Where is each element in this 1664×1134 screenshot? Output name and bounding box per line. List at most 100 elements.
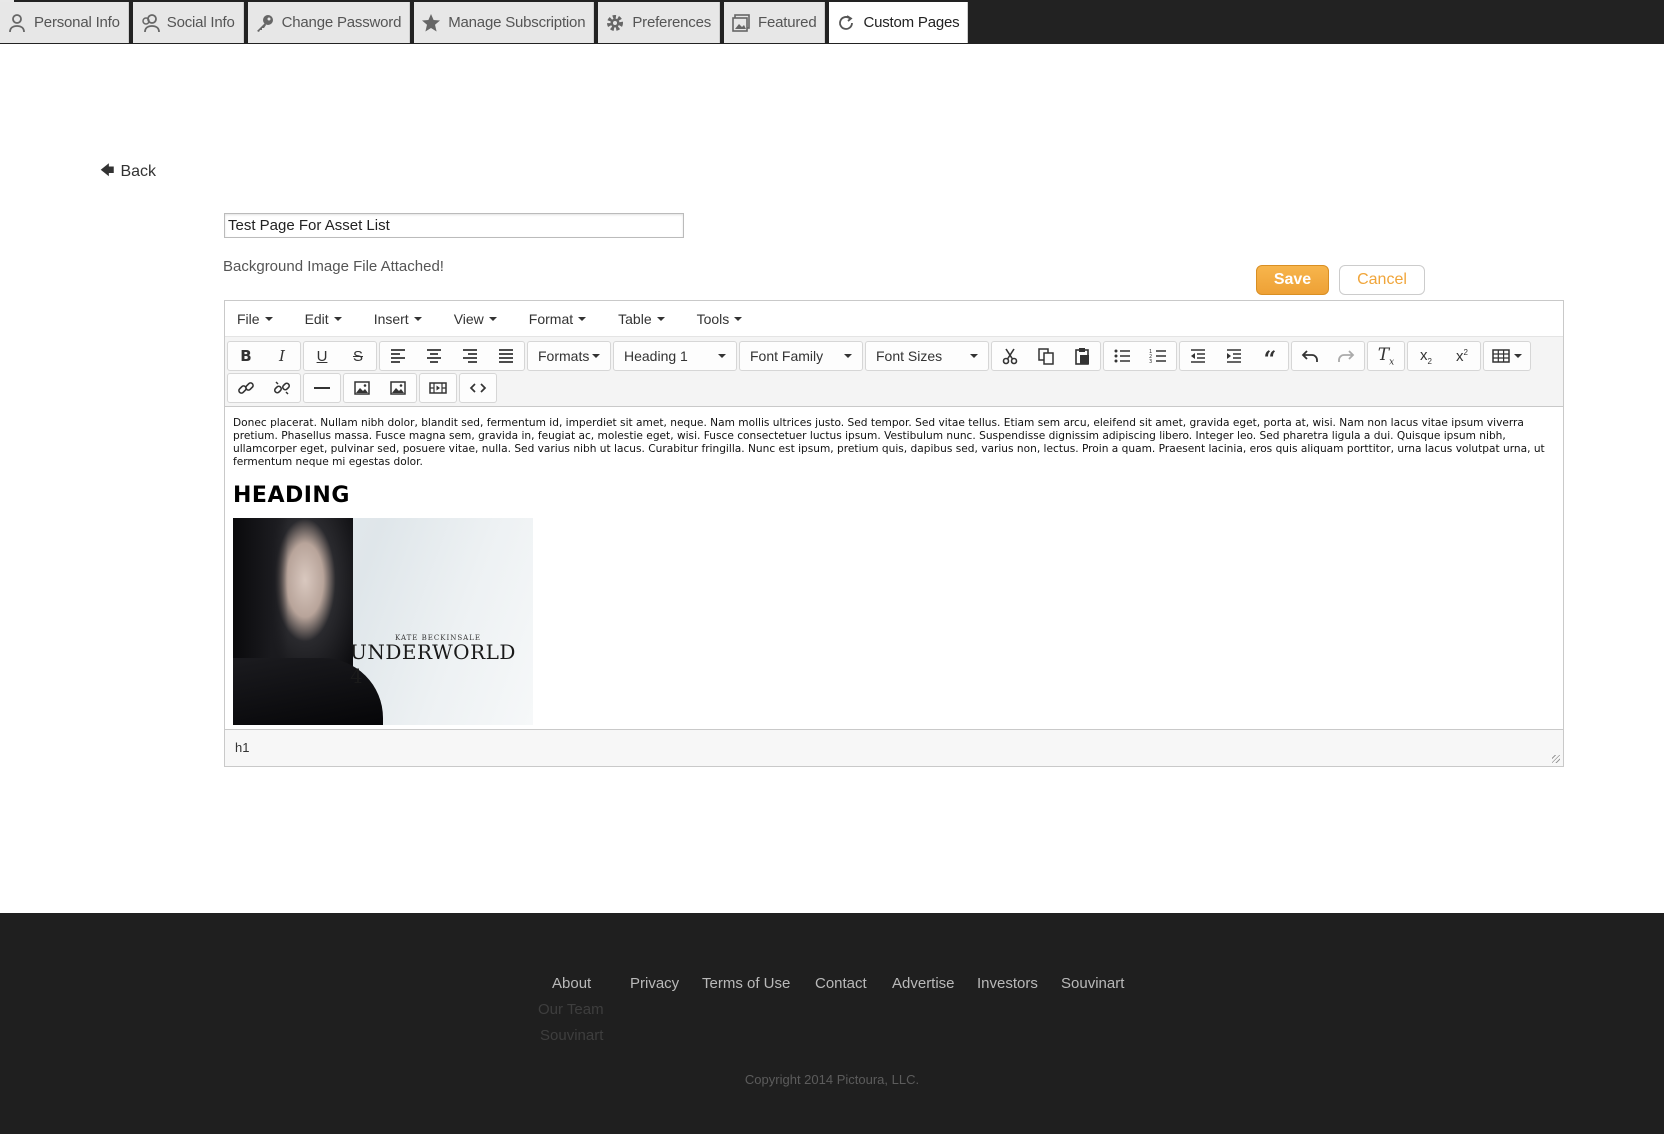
- content-paragraph: Donec placerat. Nullam nibh dolor, bland…: [233, 417, 1545, 468]
- footer-sublink-souvinart[interactable]: Souvinart: [540, 1027, 603, 1044]
- table-group: [1483, 341, 1531, 371]
- table-button[interactable]: [1484, 342, 1530, 370]
- bold-button[interactable]: B: [228, 342, 264, 370]
- link-group: [227, 373, 301, 403]
- subscript-button[interactable]: x2: [1408, 342, 1444, 370]
- image-manager-icon: [390, 381, 406, 395]
- save-button[interactable]: Save: [1256, 265, 1329, 295]
- caret-down-icon: [1514, 354, 1522, 358]
- page-title-input[interactable]: [224, 213, 684, 238]
- menu-file[interactable]: File: [233, 311, 277, 327]
- cancel-button[interactable]: Cancel: [1339, 265, 1425, 295]
- paste-icon: [1075, 348, 1089, 365]
- align-left-button[interactable]: [380, 342, 416, 370]
- tab-label: Manage Subscription: [448, 14, 586, 31]
- insert-image-button[interactable]: [344, 374, 380, 402]
- menu-view[interactable]: View: [450, 311, 501, 327]
- font-family-inner: Font Family: [740, 342, 862, 370]
- caret-down-icon: [333, 316, 342, 321]
- font-sizes-inner: Font Sizes: [866, 342, 988, 370]
- indent-group: “: [1179, 341, 1289, 371]
- blockquote-button[interactable]: “: [1252, 342, 1288, 371]
- clear-format-group: Tx: [1367, 341, 1405, 371]
- tab-social-info[interactable]: Social Info: [132, 2, 244, 43]
- footer-link-souvinart[interactable]: Souvinart: [1061, 975, 1124, 992]
- tab-preferences[interactable]: Preferences: [598, 2, 721, 43]
- underline-button[interactable]: U: [304, 342, 340, 370]
- menu-format[interactable]: Format: [525, 311, 590, 327]
- toolbar-row-1: B I U S Formats Heading 1 Font Family Fo…: [227, 340, 1561, 372]
- image-manager-button[interactable]: [380, 374, 416, 402]
- picture-icon: [730, 12, 752, 34]
- table-icon: [1492, 349, 1510, 363]
- align-justify-button[interactable]: [488, 342, 524, 370]
- formats-dropdown[interactable]: Formats: [527, 341, 611, 371]
- horizontal-rule-icon: [314, 387, 330, 389]
- align-center-button[interactable]: [416, 342, 452, 370]
- refresh-icon: [835, 12, 857, 34]
- superscript-button[interactable]: x2: [1444, 342, 1480, 370]
- cut-button[interactable]: [992, 342, 1028, 370]
- align-justify-icon: [499, 349, 513, 363]
- bullet-list-button[interactable]: [1104, 342, 1140, 370]
- tab-manage-subscription[interactable]: Manage Subscription: [414, 2, 595, 43]
- tab-personal-info[interactable]: Personal Info: [0, 2, 129, 43]
- horizontal-rule-button[interactable]: [304, 374, 340, 402]
- menu-tools[interactable]: Tools: [693, 311, 747, 327]
- footer-link-terms[interactable]: Terms of Use: [702, 975, 790, 992]
- menu-label: Table: [618, 310, 652, 327]
- editor-toolbar: B I U S Formats Heading 1 Font Family Fo…: [225, 337, 1563, 407]
- element-path[interactable]: h1: [235, 740, 249, 755]
- copyright-text: Copyright 2014 Pictoura, LLC.: [744, 1072, 920, 1087]
- remove-link-button[interactable]: [264, 374, 300, 402]
- numbered-list-icon: 123: [1149, 349, 1166, 365]
- top-nav-bar: Personal Info Social Info Change Passwor…: [0, 0, 1664, 44]
- source-code-button[interactable]: [460, 374, 496, 402]
- paste-button[interactable]: [1064, 342, 1100, 370]
- alignment-group: [379, 341, 525, 371]
- menu-table[interactable]: Table: [614, 311, 668, 327]
- tab-change-password[interactable]: Change Password: [247, 2, 411, 43]
- back-link[interactable]: 🡄 Back: [100, 160, 156, 184]
- tab-label: Custom Pages: [863, 14, 960, 31]
- tab-custom-pages[interactable]: Custom Pages: [829, 2, 969, 43]
- font-family-dropdown[interactable]: Font Family: [739, 341, 863, 371]
- clear-formatting-button[interactable]: Tx: [1368, 342, 1404, 370]
- caret-down-icon: [488, 316, 497, 321]
- font-sizes-dropdown[interactable]: Font Sizes: [865, 341, 989, 371]
- footer-link-about[interactable]: About: [552, 975, 591, 992]
- caret-down-icon: [413, 316, 422, 321]
- menu-insert[interactable]: Insert: [370, 311, 426, 327]
- footer-sublink-our-team[interactable]: Our Team: [538, 1001, 604, 1018]
- bullet-list-icon: [1114, 349, 1130, 363]
- indent-button[interactable]: [1216, 342, 1252, 370]
- footer-link-investors[interactable]: Investors: [977, 975, 1038, 992]
- footer-link-contact[interactable]: Contact: [815, 975, 867, 992]
- resize-grip-icon[interactable]: [1552, 755, 1560, 763]
- insert-link-button[interactable]: [228, 374, 264, 402]
- redo-button[interactable]: [1328, 342, 1364, 370]
- gear-icon: [604, 12, 626, 34]
- outdent-button[interactable]: [1180, 342, 1216, 370]
- numbered-list-button[interactable]: 123: [1140, 342, 1176, 370]
- strikethrough-button[interactable]: S: [340, 342, 376, 370]
- undo-button[interactable]: [1292, 342, 1328, 370]
- history-group: [1291, 341, 1365, 371]
- insert-media-button[interactable]: [420, 374, 456, 402]
- decoration-group: U S: [303, 341, 377, 371]
- footer-link-privacy[interactable]: Privacy: [630, 975, 679, 992]
- code-icon: [469, 383, 487, 393]
- copy-button[interactable]: [1028, 342, 1064, 370]
- italic-button[interactable]: I: [264, 342, 300, 370]
- align-right-button[interactable]: [452, 342, 488, 370]
- tab-label: Change Password: [281, 14, 402, 31]
- footer-link-advertise[interactable]: Advertise: [892, 975, 955, 992]
- block-format-dropdown[interactable]: Heading 1: [613, 341, 737, 371]
- menu-edit[interactable]: Edit: [301, 311, 346, 327]
- undo-icon: [1301, 350, 1318, 362]
- editor-content-area[interactable]: Donec placerat. Nullam nibh dolor, bland…: [225, 407, 1563, 734]
- toolbar-row-2: [227, 372, 1561, 404]
- menu-label: File: [237, 310, 260, 327]
- tab-featured[interactable]: Featured: [724, 2, 826, 43]
- superscript-icon: x2: [1456, 347, 1468, 365]
